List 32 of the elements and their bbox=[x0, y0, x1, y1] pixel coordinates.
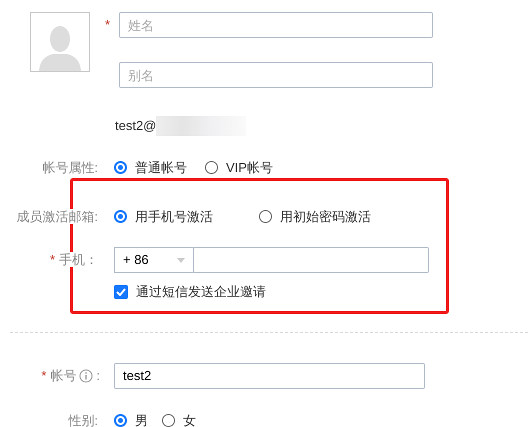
account-field[interactable]: test2 bbox=[114, 362, 425, 388]
info-icon[interactable] bbox=[79, 368, 94, 382]
field-label: 性别: bbox=[66, 412, 100, 427]
text-field[interactable]: 别名 bbox=[119, 62, 433, 88]
person-silhouette-icon bbox=[39, 25, 81, 71]
radio-button[interactable] bbox=[114, 161, 127, 174]
radio-button[interactable] bbox=[162, 414, 175, 427]
country-code-select[interactable]: + 86 bbox=[114, 247, 194, 273]
text-field[interactable]: 姓名 bbox=[119, 12, 433, 38]
required-mark: * bbox=[105, 16, 112, 34]
colon-text: : bbox=[96, 366, 100, 385]
radio-option[interactable]: 用手机号激活 bbox=[114, 206, 213, 226]
radio-button[interactable] bbox=[259, 210, 272, 223]
caret-icon bbox=[177, 258, 185, 262]
required-mark: * bbox=[50, 252, 55, 268]
radio-option[interactable]: 女 bbox=[162, 410, 196, 427]
sms-invite-checkbox[interactable]: 通过短信发送企业邀请 bbox=[114, 282, 266, 302]
checkmark-icon bbox=[116, 288, 126, 296]
field-label: 手机： bbox=[59, 252, 98, 268]
phone-field[interactable] bbox=[193, 247, 429, 273]
field-label: 成员激活邮箱: bbox=[14, 208, 100, 224]
radio-option[interactable]: 用初始密码激活 bbox=[259, 206, 371, 226]
radio-button[interactable] bbox=[114, 414, 127, 427]
required-mark: * bbox=[41, 366, 46, 385]
email-text: test2@ bbox=[115, 117, 156, 136]
field-label: 帐号属性: bbox=[40, 160, 100, 175]
field-label: 帐号 bbox=[50, 366, 76, 385]
radio-option[interactable]: 男 bbox=[114, 410, 148, 427]
radio-button[interactable] bbox=[205, 161, 218, 174]
radio-option[interactable]: VIP帐号 bbox=[205, 158, 273, 178]
radio-option[interactable]: 普通帐号 bbox=[114, 158, 187, 178]
radio-button[interactable] bbox=[114, 210, 127, 223]
